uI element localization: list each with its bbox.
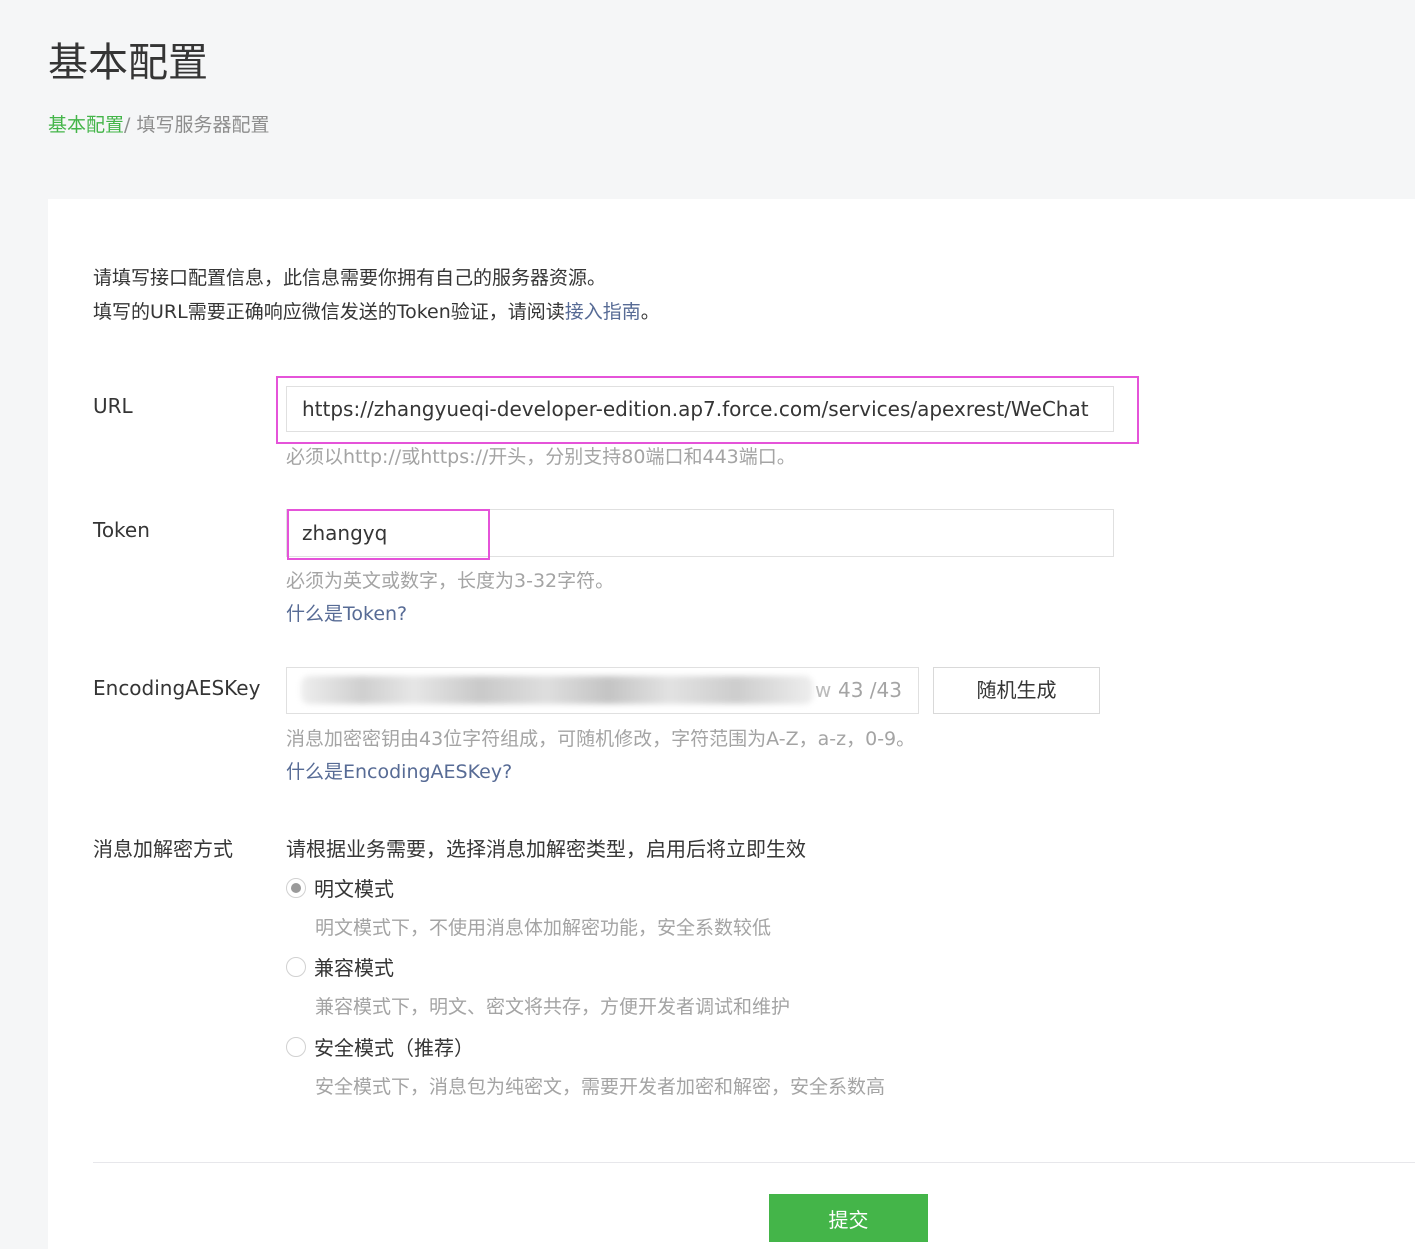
encryption-mode-instruction: 请根据业务需要，选择消息加解密类型，启用后将立即生效 bbox=[286, 837, 806, 861]
access-guide-link[interactable]: 接入指南 bbox=[565, 301, 641, 323]
token-input[interactable]: zhangyq bbox=[286, 509, 1114, 557]
url-label: URL bbox=[93, 394, 133, 418]
radio-label: 安全模式（推荐） bbox=[314, 1036, 474, 1060]
generate-random-button[interactable]: 随机生成 bbox=[933, 667, 1100, 714]
radio-button[interactable] bbox=[286, 957, 306, 977]
encryption-mode-label: 消息加解密方式 bbox=[93, 837, 233, 861]
intro-text: 请填写接口配置信息，此信息需要你拥有自己的服务器资源。 填写的URL需要正确响应… bbox=[93, 261, 660, 329]
aes-key-input[interactable]: w 43 /43 bbox=[286, 667, 919, 714]
intro-line-2: 填写的URL需要正确响应微信发送的Token验证，请阅读接入指南。 bbox=[93, 301, 660, 323]
radio-label: 兼容模式 bbox=[314, 956, 394, 980]
what-is-aes-key-link[interactable]: 什么是EncodingAESKey? bbox=[286, 757, 512, 784]
radio-description: 明文模式下，不使用消息体加解密功能，安全系数较低 bbox=[315, 917, 772, 939]
submit-button[interactable]: 提交 bbox=[769, 1194, 928, 1242]
breadcrumb-separator: / bbox=[124, 114, 137, 136]
url-input[interactable]: https://zhangyueqi-developer-edition.ap7… bbox=[286, 386, 1114, 432]
radio-description: 兼容模式下，明文、密文将共存，方便开发者调试和维护 bbox=[315, 996, 791, 1018]
aes-key-counter: 43 /43 bbox=[838, 678, 902, 702]
page-title: 基本配置 bbox=[48, 40, 208, 86]
aes-key-tail: w bbox=[815, 678, 832, 702]
what-is-token-link[interactable]: 什么是Token? bbox=[286, 599, 407, 626]
radio-button[interactable] bbox=[286, 1037, 306, 1057]
breadcrumb-link-basic-config[interactable]: 基本配置 bbox=[48, 114, 124, 136]
radio-description: 安全模式下，消息包为纯密文，需要开发者加密和解密，安全系数高 bbox=[315, 1076, 886, 1098]
radio-button-checked[interactable] bbox=[286, 878, 306, 898]
breadcrumb-current: 填写服务器配置 bbox=[136, 114, 270, 136]
aes-key-hint: 消息加密密钥由43位字符组成，可随机修改，字符范围为A-Z，a-z，0-9。 bbox=[286, 728, 916, 750]
aes-key-label: EncodingAESKey bbox=[93, 676, 261, 700]
divider bbox=[93, 1162, 1415, 1163]
breadcrumb: 基本配置/ 填写服务器配置 bbox=[48, 110, 269, 137]
radio-label: 明文模式 bbox=[314, 877, 394, 901]
intro-line-1: 请填写接口配置信息，此信息需要你拥有自己的服务器资源。 bbox=[93, 267, 607, 289]
url-hint: 必须以http://或https://开头，分别支持80端口和443端口。 bbox=[286, 446, 796, 468]
config-panel: 请填写接口配置信息，此信息需要你拥有自己的服务器资源。 填写的URL需要正确响应… bbox=[48, 199, 1415, 1249]
token-hint: 必须为英文或数字，长度为3-32字符。 bbox=[286, 570, 615, 592]
aes-key-redacted-value bbox=[301, 676, 813, 704]
token-label: Token bbox=[93, 518, 150, 542]
